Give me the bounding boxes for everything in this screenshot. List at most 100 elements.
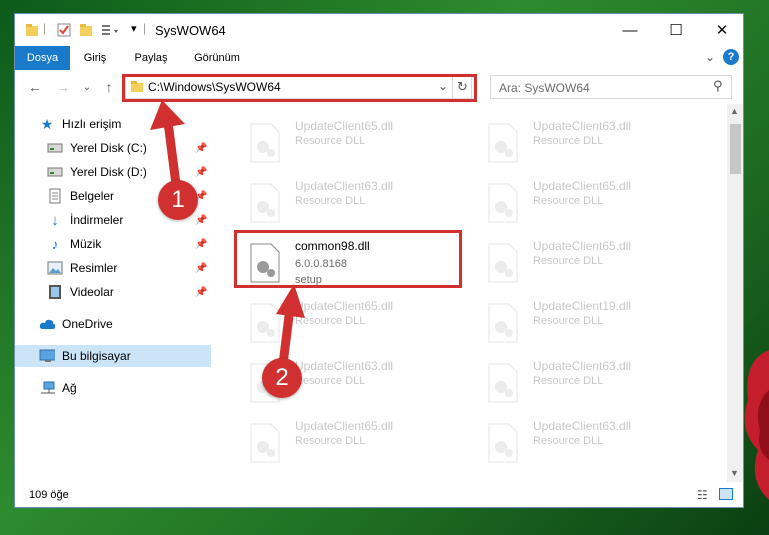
documents-icon <box>47 188 63 204</box>
star-icon: ★ <box>40 115 54 132</box>
sidebar-item-label: İndirmeler <box>70 213 124 227</box>
dll-file-icon <box>250 303 280 343</box>
address-highlight-box <box>122 74 477 102</box>
search-icon[interactable]: ⚲ <box>713 78 723 94</box>
sidebar-item-label: Videolar <box>70 285 114 299</box>
list-item[interactable]: UpdateClient65.dll Resource DLL <box>477 235 707 291</box>
help-icon[interactable]: ? <box>723 49 739 65</box>
dll-file-icon <box>250 183 280 223</box>
file-name: UpdateClient63.dll <box>533 419 632 433</box>
list-item[interactable]: UpdateClient65.dll Resource DLL <box>477 175 707 231</box>
cloud-icon <box>39 316 55 332</box>
pin-icon[interactable]: 📌 <box>195 215 207 226</box>
dll-file-icon <box>488 123 518 163</box>
large-icons-view-icon[interactable] <box>719 488 733 500</box>
list-item[interactable]: UpdateClient63.dll Resource DLL <box>477 115 707 171</box>
file-description: Resource DLL <box>295 435 366 447</box>
list-item[interactable]: UpdateClient63.dll Resource DLL <box>239 175 469 231</box>
close-button[interactable]: ✕ <box>699 14 743 46</box>
tab-paylas[interactable]: Paylaş <box>127 46 175 70</box>
file-list: UpdateClient65.dll Resource DLL UpdateCl… <box>229 109 723 479</box>
sidebar-item-pictures[interactable]: Resimler 📌 <box>15 257 211 279</box>
minimize-button[interactable]: — <box>607 14 653 46</box>
file-name: UpdateClient65.dll <box>295 419 394 433</box>
callout-badge-1: 1 <box>158 180 198 220</box>
list-item[interactable]: UpdateClient65.dll Resource DLL <box>239 115 469 171</box>
expand-ribbon-icon[interactable]: ⌄ <box>705 50 715 64</box>
up-button[interactable]: ↑ <box>99 77 119 97</box>
sidebar-item-label: Yerel Disk (D:) <box>70 165 147 179</box>
tab-giris[interactable]: Giriş <box>75 46 115 70</box>
sidebar-item-label: Resimler <box>70 261 118 275</box>
search-box[interactable]: ⚲ <box>490 75 732 99</box>
sidebar-item-label: Belgeler <box>70 189 115 203</box>
title-bar: | ▾ | SysWOW64 — ☐ ✕ <box>15 14 743 46</box>
pin-icon[interactable]: 📌 <box>195 263 207 274</box>
ribbon-tabs: Dosya Giriş Paylaş Görünüm ⌄ ? <box>15 46 743 70</box>
properties-icon[interactable] <box>57 22 71 38</box>
sidebar-item-this-pc[interactable]: Bu bilgisayar <box>15 345 211 367</box>
list-item[interactable]: UpdateClient65.dll Resource DLL <box>239 295 469 351</box>
back-button[interactable]: ← <box>25 77 45 97</box>
new-folder-icon[interactable] <box>79 22 93 38</box>
drive-icon <box>47 140 63 156</box>
separator: | <box>143 21 147 35</box>
list-item[interactable]: UpdateClient19.dll Resource DLL <box>477 295 707 351</box>
file-description: Resource DLL <box>533 135 604 147</box>
maximize-button[interactable]: ☐ <box>653 14 699 46</box>
scrollbar-thumb[interactable] <box>730 124 741 174</box>
list-item[interactable]: UpdateClient65.dll Resource DLL <box>239 415 469 471</box>
file-description: Resource DLL <box>295 315 366 327</box>
navigation-pane: ★ Hızlı erişim Yerel Disk (C:) 📌 Yerel D… <box>15 109 211 479</box>
dll-file-icon <box>488 363 518 403</box>
file-name: UpdateClient65.dll <box>533 179 632 193</box>
quick-access-dropdown[interactable]: ▾ <box>131 22 137 38</box>
pin-icon[interactable]: 📌 <box>195 287 207 298</box>
sidebar-item-label: Yerel Disk (C:) <box>70 141 147 155</box>
customize-toolbar-icon[interactable] <box>101 22 123 38</box>
sidebar-item-label: Müzik <box>70 237 102 251</box>
file-description: Resource DLL <box>295 135 366 147</box>
recent-locations-icon[interactable]: ⌄ <box>77 77 97 97</box>
search-input[interactable] <box>497 79 701 97</box>
folder-icon <box>26 24 38 36</box>
dll-file-icon <box>488 243 518 283</box>
sidebar-item-drive-c[interactable]: Yerel Disk (C:) 📌 <box>15 137 211 159</box>
sidebar-item-label: OneDrive <box>62 317 113 331</box>
list-item[interactable]: UpdateClient63.dll Resource DLL <box>477 415 707 471</box>
sidebar-item-label: Ağ <box>62 381 77 395</box>
file-name: UpdateClient63.dll <box>295 359 394 373</box>
item-count: 109 öğe <box>29 489 69 501</box>
pin-icon[interactable]: 📌 <box>195 167 207 178</box>
computer-icon <box>39 348 55 364</box>
flower-decoration <box>744 350 769 500</box>
tab-dosya[interactable]: Dosya <box>15 46 70 70</box>
pictures-icon <box>47 260 63 276</box>
tab-gorunum[interactable]: Görünüm <box>187 46 247 70</box>
details-view-icon[interactable]: ☷ <box>697 488 708 502</box>
music-icon: ♪ <box>51 236 59 252</box>
file-description: Resource DLL <box>533 255 604 267</box>
file-description: Resource DLL <box>295 375 366 387</box>
pin-icon[interactable]: 📌 <box>195 239 207 250</box>
sidebar-item-network[interactable]: Ağ <box>15 377 211 399</box>
videos-icon <box>47 284 63 300</box>
drive-icon <box>47 164 63 180</box>
window-title: SysWOW64 <box>155 23 226 38</box>
sidebar-item-label: Hızlı erişim <box>62 117 122 131</box>
dll-file-icon <box>250 123 280 163</box>
sidebar-item-onedrive[interactable]: OneDrive <box>15 313 211 335</box>
explorer-window: | ▾ | SysWOW64 — ☐ ✕ Dosya Giriş Paylaş … <box>14 13 744 508</box>
network-icon <box>39 380 55 396</box>
file-description: Resource DLL <box>295 195 366 207</box>
scroll-up-icon[interactable]: ▲ <box>730 106 739 116</box>
sidebar-item-videos[interactable]: Videolar 📌 <box>15 281 211 303</box>
file-name: UpdateClient63.dll <box>533 119 632 133</box>
sidebar-item-music[interactable]: ♪ Müzik 📌 <box>15 233 211 255</box>
forward-button[interactable]: → <box>53 77 73 97</box>
list-item[interactable]: UpdateClient63.dll Resource DLL <box>477 355 707 411</box>
file-name: UpdateClient65.dll <box>295 119 394 133</box>
sidebar-item-quick-access[interactable]: ★ Hızlı erişim <box>15 113 211 135</box>
file-description: Resource DLL <box>533 195 604 207</box>
pin-icon[interactable]: 📌 <box>195 143 207 154</box>
